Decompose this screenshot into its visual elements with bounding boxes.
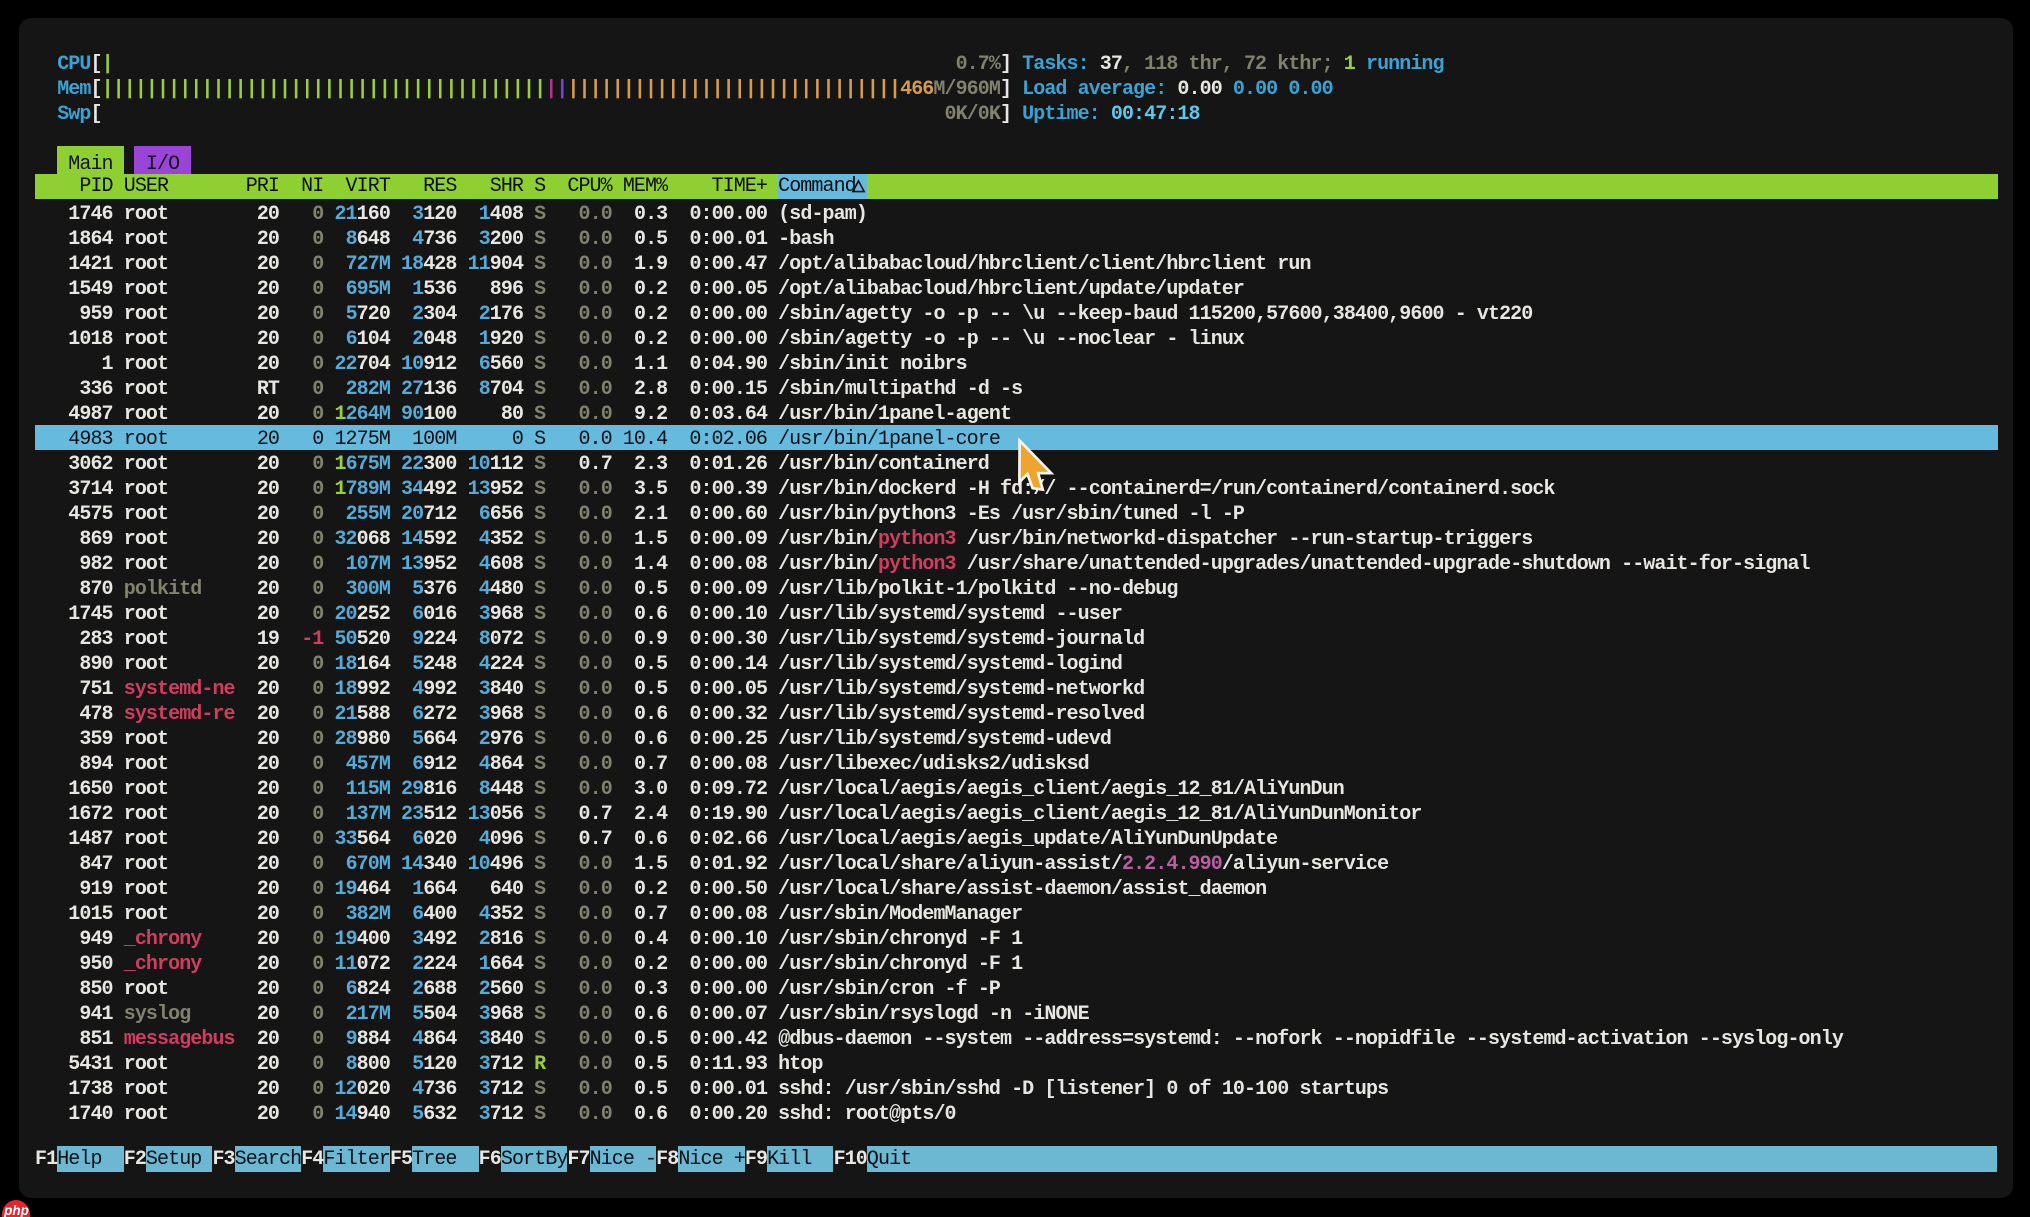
svg-text:php: php — [3, 1203, 29, 1217]
